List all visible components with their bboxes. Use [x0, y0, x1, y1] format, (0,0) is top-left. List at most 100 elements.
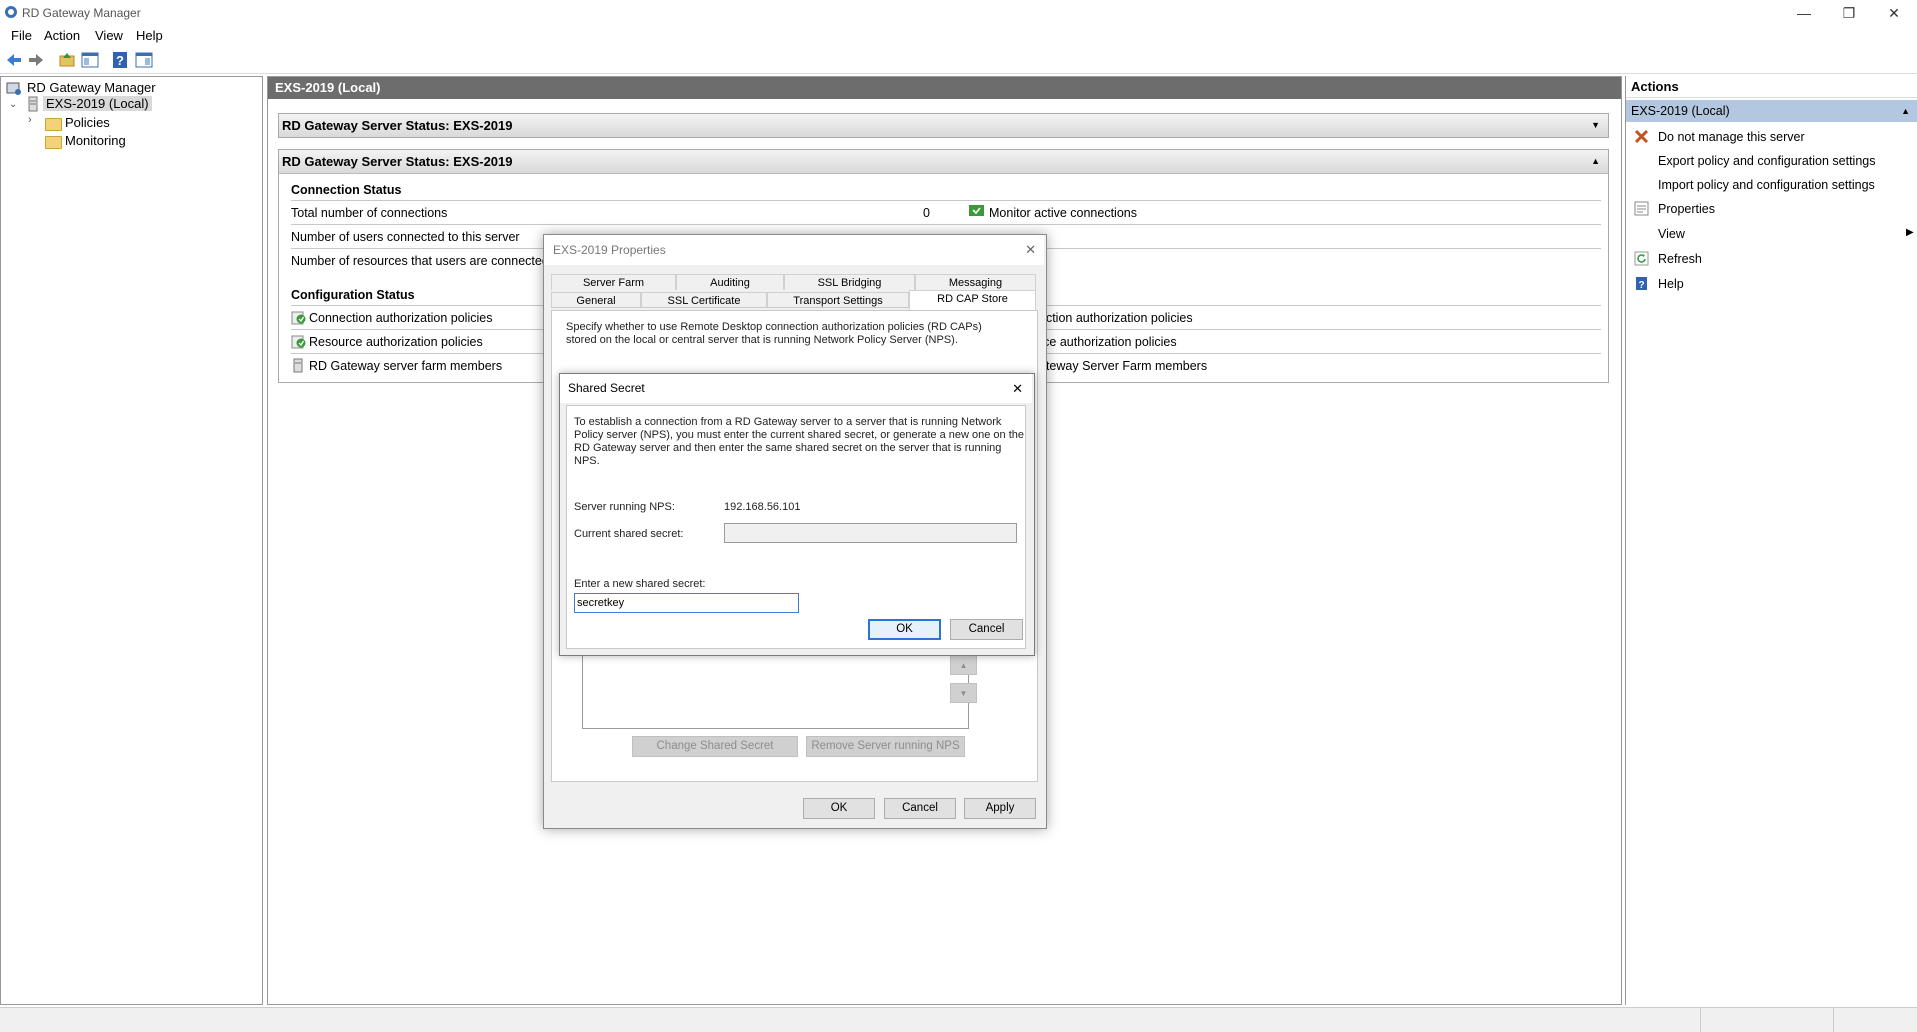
- properties-ok-button[interactable]: OK: [803, 798, 875, 819]
- tab-ssl-bridging[interactable]: SSL Bridging: [784, 274, 915, 290]
- change-shared-secret-button[interactable]: Change Shared Secret: [632, 736, 798, 757]
- panel-1-header[interactable]: RD Gateway Server Status: EXS-2019 ▼: [279, 114, 1608, 137]
- move-up-button[interactable]: ▲: [950, 655, 977, 675]
- actions-section-title: EXS-2019 (Local): [1631, 104, 1730, 118]
- properties-dialog-title-bar: EXS-2019 Properties ✕: [544, 235, 1044, 265]
- show-hide-tree-icon[interactable]: [80, 50, 100, 70]
- description-line-2: stored on the local or central server th…: [566, 334, 958, 346]
- action-help[interactable]: Help: [1658, 277, 1684, 291]
- help-icon: ?: [1636, 277, 1647, 291]
- expand-panel-icon[interactable]: ▼: [1591, 114, 1600, 137]
- properties-dialog-title: EXS-2019 Properties: [553, 243, 666, 257]
- cap-check-icon: [291, 311, 306, 325]
- submenu-arrow-icon: ▶: [1906, 227, 1914, 238]
- action-export-settings[interactable]: Export policy and configuration settings: [1658, 154, 1876, 168]
- svg-text:?: ?: [1638, 280, 1644, 291]
- action-properties[interactable]: Properties: [1658, 202, 1715, 216]
- panel-2-header[interactable]: RD Gateway Server Status: EXS-2019 ▲: [279, 150, 1608, 174]
- menu-action[interactable]: Action: [44, 28, 80, 43]
- tree-server[interactable]: EXS-2019 (Local): [43, 96, 152, 111]
- tree-policies[interactable]: Policies: [65, 115, 110, 130]
- forward-arrow-icon[interactable]: [26, 50, 46, 70]
- shared-secret-title: Shared Secret: [568, 381, 645, 395]
- configuration-status-heading: Configuration Status: [291, 288, 415, 302]
- farm-members-label: RD Gateway server farm members: [309, 359, 503, 373]
- tree-monitoring[interactable]: Monitoring: [65, 133, 126, 148]
- description-line-1: Specify whether to use Remote Desktop co…: [566, 321, 982, 333]
- monitoring-folder-icon: [45, 136, 62, 149]
- current-secret-input[interactable]: [724, 523, 1017, 543]
- collapse-panel-icon[interactable]: ▲: [1591, 150, 1600, 173]
- action-import-settings[interactable]: Import policy and configuration settings: [1658, 178, 1875, 192]
- policies-folder-icon: [45, 118, 62, 131]
- shared-secret-dialog: Shared Secret ✕ To establish a connectio…: [559, 373, 1035, 656]
- action-view[interactable]: View: [1658, 227, 1685, 241]
- minimize-button[interactable]: —: [1781, 0, 1827, 26]
- properties-cancel-button[interactable]: Cancel: [884, 798, 956, 819]
- menu-file[interactable]: File: [11, 28, 32, 43]
- show-hide-action-pane-icon[interactable]: [134, 50, 154, 70]
- farm-members-link[interactable]: ateway Server Farm members: [1039, 359, 1207, 373]
- close-icon[interactable]: ✕: [1012, 374, 1023, 403]
- panel-1-title: RD Gateway Server Status: EXS-2019: [282, 118, 513, 133]
- total-connections-value: 0: [923, 206, 930, 220]
- monitor-active-connections-link[interactable]: Monitor active connections: [989, 206, 1137, 220]
- tab-server-farm[interactable]: Server Farm: [551, 274, 676, 290]
- app-icon: [5, 6, 17, 18]
- total-connections-label: Total number of connections: [291, 206, 448, 220]
- tab-rd-cap-store[interactable]: RD CAP Store: [909, 290, 1036, 310]
- restore-button[interactable]: ❐: [1826, 0, 1872, 26]
- action-refresh[interactable]: Refresh: [1658, 252, 1702, 266]
- tab-general[interactable]: General: [551, 292, 641, 308]
- remove-nps-server-button[interactable]: Remove Server running NPS: [806, 736, 965, 757]
- actions-header: Actions: [1626, 76, 1917, 98]
- action-do-not-manage[interactable]: Do not manage this server: [1658, 130, 1805, 144]
- collapse-section-icon[interactable]: ▲: [1901, 100, 1910, 122]
- nps-server-list[interactable]: [582, 655, 969, 729]
- title-bar: RD Gateway Manager — ❐ ✕: [0, 0, 1917, 26]
- new-secret-input[interactable]: secretkey: [574, 593, 799, 613]
- collapse-chevron-icon[interactable]: ›: [28, 114, 32, 126]
- shared-secret-title-bar: Shared Secret ✕: [560, 374, 1032, 403]
- secret-cancel-button[interactable]: Cancel: [950, 619, 1023, 640]
- refresh-icon: [1634, 251, 1649, 266]
- tab-messaging[interactable]: Messaging: [915, 274, 1036, 290]
- svg-text:?: ?: [116, 53, 124, 68]
- properties-apply-button[interactable]: Apply: [964, 798, 1036, 819]
- secret-ok-button[interactable]: OK: [868, 619, 941, 640]
- gateway-manager-icon: [6, 82, 21, 95]
- tab-auditing[interactable]: Auditing: [676, 274, 784, 290]
- x-icon: [1634, 129, 1649, 144]
- expand-chevron-icon[interactable]: ⌄: [9, 99, 17, 110]
- close-window-button[interactable]: ✕: [1871, 0, 1917, 26]
- users-connected-label: Number of users connected to this server: [291, 230, 520, 244]
- tree-root[interactable]: RD Gateway Manager: [27, 80, 156, 95]
- menu-help[interactable]: Help: [136, 28, 163, 43]
- server-farm-icon: [293, 358, 303, 373]
- server-running-nps-value: 192.168.56.101: [724, 501, 801, 513]
- panel-2-title: RD Gateway Server Status: EXS-2019: [282, 154, 513, 169]
- help-icon[interactable]: ?: [110, 50, 130, 70]
- menu-view[interactable]: View: [95, 28, 123, 43]
- new-secret-label: Enter a new shared secret:: [574, 578, 706, 590]
- server-running-nps-label: Server running NPS:: [574, 501, 675, 513]
- menu-bar: File Action View Help: [0, 26, 1917, 46]
- back-arrow-icon[interactable]: [4, 50, 24, 70]
- tab-ssl-certificate[interactable]: SSL Certificate: [641, 292, 767, 308]
- console-tree: RD Gateway Manager ⌄ EXS-2019 (Local) › …: [0, 76, 263, 1005]
- status-panel-collapsed: RD Gateway Server Status: EXS-2019 ▼: [278, 113, 1609, 138]
- close-icon[interactable]: ✕: [1025, 235, 1036, 265]
- shared-secret-body: To establish a connection from a RD Gate…: [566, 405, 1026, 649]
- rap-policies-label: Resource authorization policies: [309, 335, 483, 349]
- tab-transport-settings[interactable]: Transport Settings: [767, 292, 909, 308]
- intro-line-3: RD Gateway server and then enter the sam…: [574, 442, 1002, 467]
- rap-policies-link[interactable]: rce authorization policies: [1039, 335, 1177, 349]
- toolbar: ?: [0, 47, 1917, 74]
- move-down-button[interactable]: ▼: [950, 683, 977, 703]
- window-title: RD Gateway Manager: [22, 6, 141, 20]
- cap-policies-link[interactable]: ection authorization policies: [1039, 311, 1193, 325]
- rap-check-icon: [291, 335, 306, 349]
- actions-section-header[interactable]: EXS-2019 (Local) ▲: [1626, 100, 1917, 122]
- cap-policies-label: Connection authorization policies: [309, 311, 493, 325]
- up-folder-icon[interactable]: [57, 50, 77, 70]
